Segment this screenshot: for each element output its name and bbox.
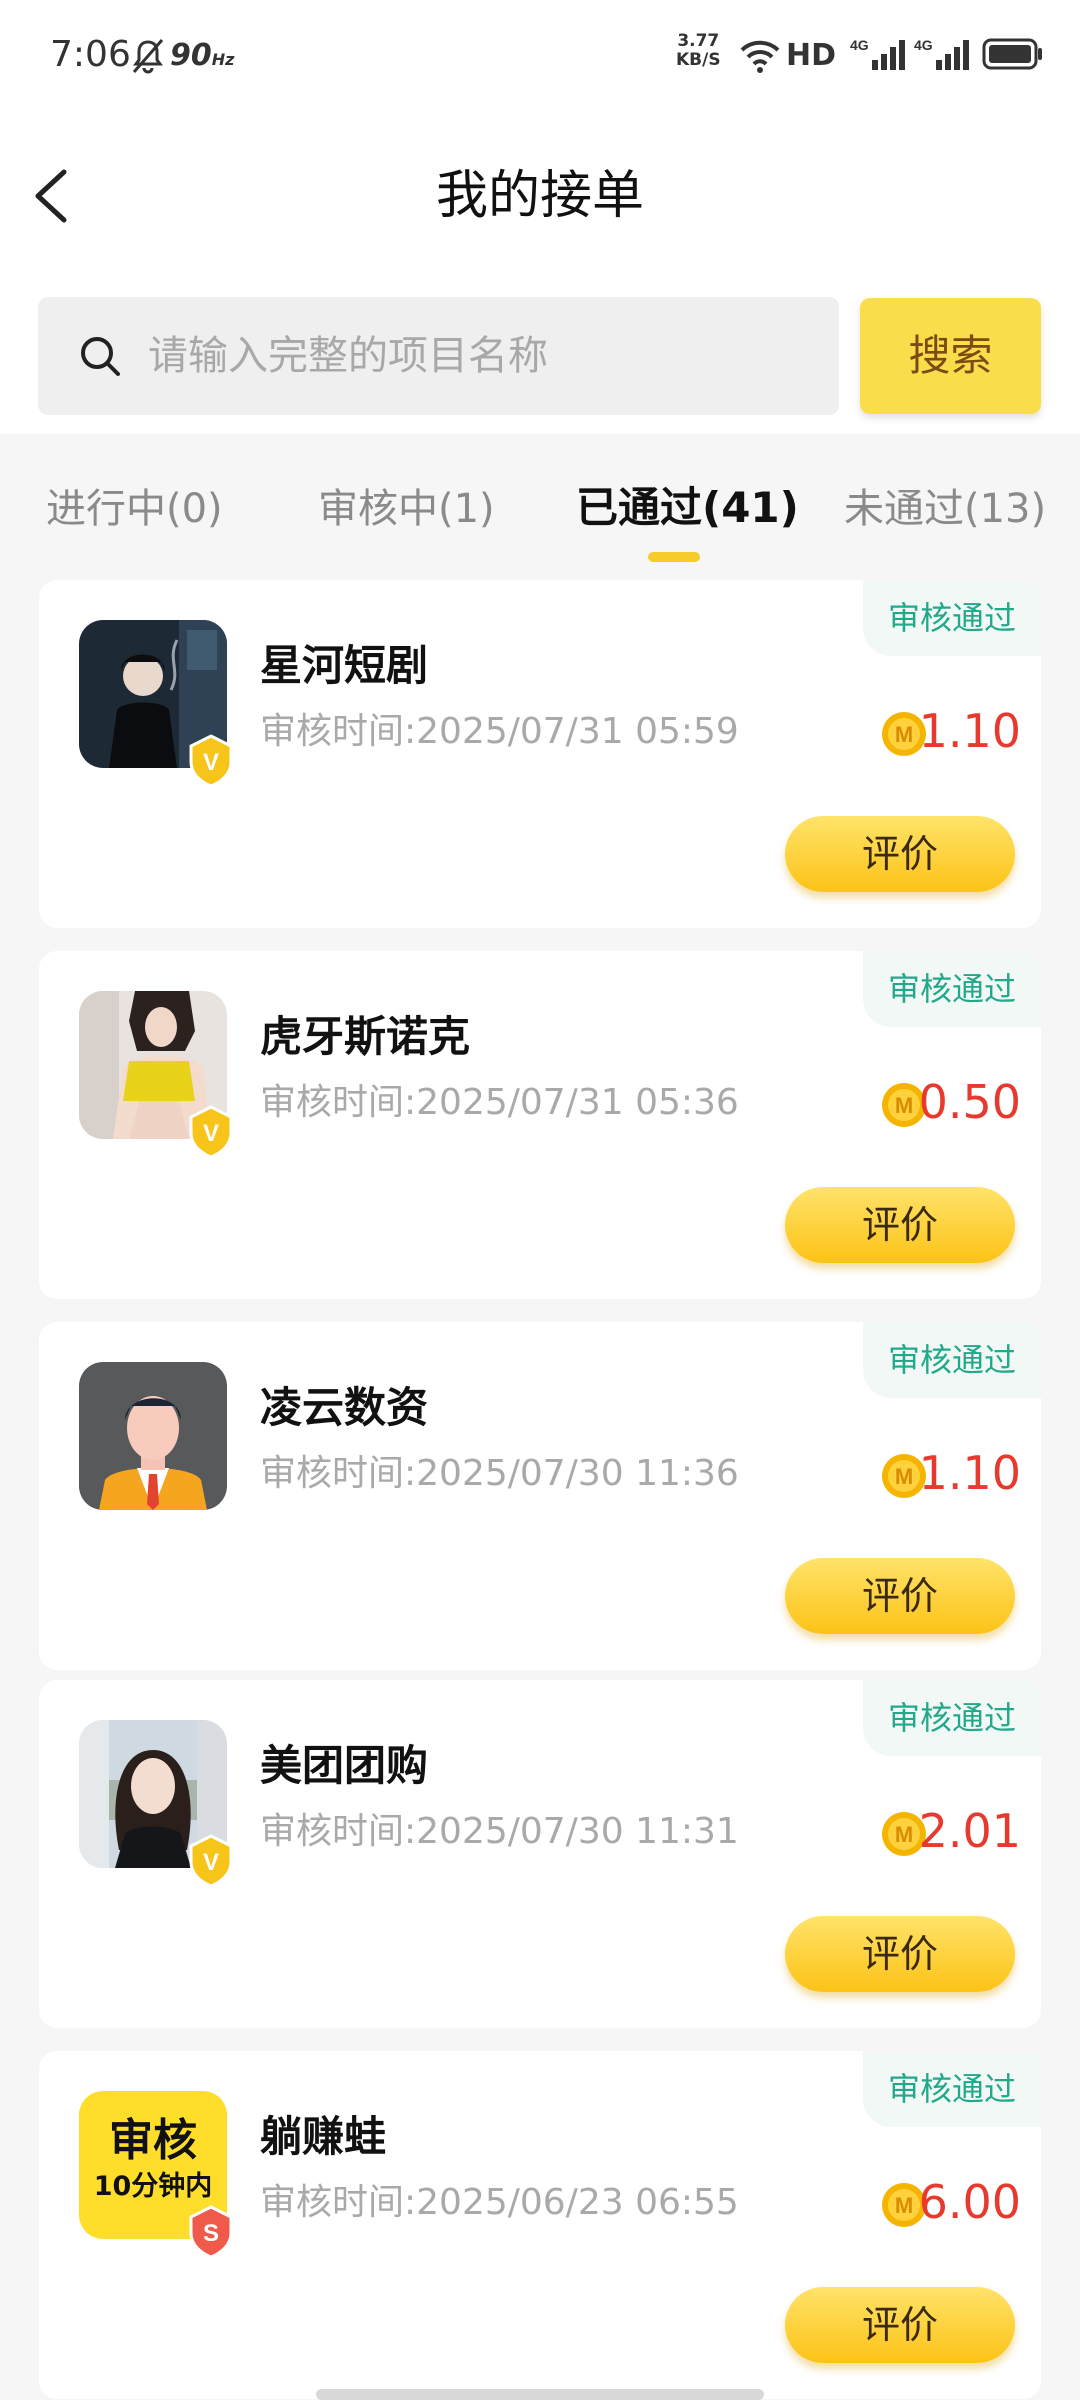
tab-approved[interactable]: 已通过(41) [576,474,799,535]
screen: 7:06 90Hz 3.77 KB/S HD 4G 4G 我的接单 请输入完整的… [0,0,1080,2400]
wifi-icon [740,40,780,73]
businessman-avatar [79,1362,227,1510]
svg-text:V: V [203,1849,219,1876]
review-time: 审核时间:2025/06/23 06:55 [260,2182,739,2223]
v-badge-icon: V [189,734,233,788]
mute-bell-icon [132,39,164,74]
v-badge-icon: V [189,1834,233,1888]
svg-text:M: M [895,1093,913,1118]
search-button[interactable]: 搜索 [860,298,1041,414]
order-title: 美团团购 [260,1741,429,1790]
svg-text:M: M [895,1822,913,1847]
net-speed: 3.77 KB/S [676,31,721,70]
rate-button[interactable]: 评价 [785,1187,1015,1263]
status-badge: 审核通过 [863,1322,1041,1398]
order-title: 星河短剧 [260,641,429,690]
signal-icon: 4G [850,37,905,70]
order-title: 躺赚蛙 [260,2112,387,2161]
signal-icon: 4G [914,37,969,70]
status-bar: 7:06 90Hz 3.77 KB/S HD 4G 4G [0,0,1080,110]
status-badge: 审核通过 [863,2051,1041,2127]
order-card[interactable]: V 虎牙斯诺克 审核时间:2025/07/31 05:36 审核通过 M 0.5… [39,951,1041,1299]
rate-button[interactable]: 评价 [785,2287,1015,2363]
rate-button[interactable]: 评价 [785,1558,1015,1634]
v-badge-icon: V [189,1105,233,1159]
battery-icon [982,38,1042,70]
status-time: 7:06 [50,34,131,75]
home-indicator[interactable] [316,2389,764,2400]
svg-text:S: S [203,2220,219,2247]
review-time: 审核时间:2025/07/31 05:59 [260,711,739,752]
svg-text:V: V [203,749,219,776]
tab-under-review[interactable]: 审核中(1) [318,476,495,534]
tab-in-progress[interactable]: 进行中(0) [46,476,223,534]
svg-text:4G: 4G [914,37,933,53]
svg-text:V: V [203,1120,219,1147]
svg-text:M: M [895,2193,913,2218]
s-badge-icon: S [189,2205,233,2259]
status-badge: 审核通过 [863,951,1041,1027]
svg-text:M: M [895,1464,913,1489]
order-card[interactable]: 审核 10分钟内 S 躺赚蛙 审核时间:2025/06/23 06:55 审核通… [39,2051,1041,2399]
review-time: 审核时间:2025/07/30 11:31 [260,1811,739,1852]
search-icon [81,337,120,376]
order-title: 凌云数资 [260,1383,429,1432]
order-amount: 1.10 [918,704,1021,758]
order-card[interactable]: 凌云数资 审核时间:2025/07/30 11:36 审核通过 M 1.10 评… [39,1322,1041,1670]
rate-button[interactable]: 评价 [785,1916,1015,1992]
svg-text:M: M [895,722,913,747]
rate-button[interactable]: 评价 [785,816,1015,892]
search-input[interactable] [148,316,828,396]
tab-rejected[interactable]: 未通过(13) [844,476,1046,534]
order-amount: 0.50 [918,1075,1021,1129]
status-badge: 审核通过 [863,580,1041,656]
review-time: 审核时间:2025/07/31 05:36 [260,1082,739,1123]
order-amount: 1.10 [918,1446,1021,1500]
order-amount: 6.00 [918,2175,1021,2229]
order-card[interactable]: V 星河短剧 审核时间:2025/07/31 05:59 审核通过 M 1.10… [39,580,1041,928]
svg-text:审核: 审核 [109,2115,197,2166]
tab-active-indicator [648,552,700,562]
order-title: 虎牙斯诺克 [260,1012,471,1061]
hd-label: HD [786,38,837,73]
svg-text:4G: 4G [850,37,869,53]
order-amount: 2.01 [918,1804,1021,1858]
page-title: 我的接单 [435,166,644,226]
refresh-rate: 90Hz [170,38,235,73]
svg-text:10分钟内: 10分钟内 [94,2171,213,2202]
status-badge: 审核通过 [863,1680,1041,1756]
order-card[interactable]: V 美团团购 审核时间:2025/07/30 11:31 审核通过 M 2.01… [39,1680,1041,2028]
review-time: 审核时间:2025/07/30 11:36 [260,1453,739,1494]
